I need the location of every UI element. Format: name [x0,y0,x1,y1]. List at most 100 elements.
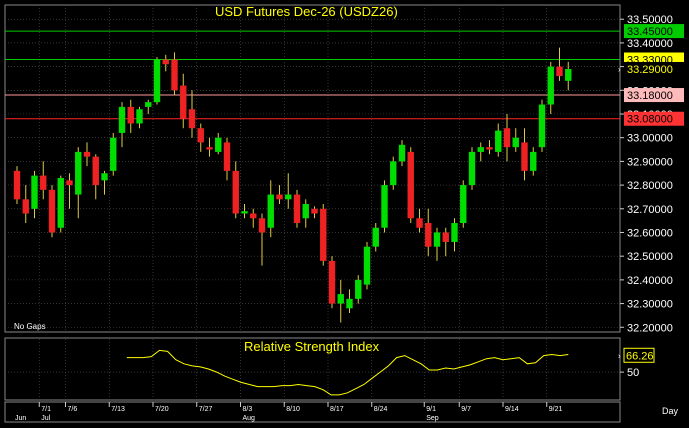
candle-up [372,227,379,247]
candle-up [31,175,38,209]
candle-up [565,68,572,81]
candle-down [223,142,231,171]
reference-line-label: 33.45000 [627,26,673,38]
date-tick-label: 7/20 [155,406,169,413]
candle-down [40,175,47,190]
price-tick-label: 32.20000 [627,322,673,334]
candle-down [258,218,266,233]
candle-up [75,151,82,195]
candle-down [425,223,432,247]
candle-down [66,180,73,186]
candle-down [162,59,169,65]
candle-down [311,208,318,214]
candle-down [416,218,423,228]
candle-down [127,106,134,124]
candle-up [136,109,143,124]
candle-up [530,151,537,171]
candle-down [83,151,91,157]
candle-down [180,85,187,119]
price-tick-label: 32.70000 [627,204,673,216]
candle-down [92,156,99,186]
candle-down [320,208,327,261]
candle-down [276,194,283,200]
candle-up [433,232,441,247]
candle-down [442,232,449,242]
candle-down [486,147,493,150]
candle-down [48,189,56,233]
candle-down [171,59,178,91]
candle-down [250,213,257,219]
candle-down [407,151,414,219]
candle-down [521,142,528,171]
candle-up [337,294,344,304]
candle-up [355,279,362,299]
candle-up [267,194,274,228]
date-tick-label: 9/21 [549,406,563,413]
date-tick-label: 8/17 [330,406,344,413]
candle-down [328,260,336,304]
candle-up [460,185,467,223]
candle-down [188,109,196,129]
candle-down [503,128,511,148]
rsi-current-arrow: › [618,351,621,360]
candle-up [110,137,117,171]
candle-up [363,246,371,285]
reference-line-label: 33.08000 [627,114,673,126]
date-tick-label: 8/10 [286,406,300,413]
rsi-axis: 50 › 66.26 [618,347,655,379]
price-tick-label: 32.60000 [627,227,673,239]
candle-up [346,298,353,309]
axis-unit-label: Day [662,406,679,416]
candle-up [468,151,476,186]
candle-up [285,194,292,200]
month-label: Sep [426,415,439,422]
price-tick-label: 32.40000 [627,275,673,287]
no-gaps-note: No Gaps [14,322,46,331]
candle-up [145,102,152,107]
month-label: Jul [41,415,50,422]
candle-up [477,147,484,152]
price-tick-label: 33.40000 [627,38,673,50]
candle-up [538,104,546,148]
price-tick-label: 33.00000 [627,133,673,145]
price-tick-label: 32.90000 [627,156,673,168]
price-tick-label: 32.30000 [627,299,673,311]
date-tick-label: 9/1 [426,406,436,413]
candle-down [197,128,204,143]
date-tick-label: 7/1 [41,406,51,413]
candle-up [101,173,108,181]
rsi-title: Relative Strength Index [244,339,380,354]
candle-up [390,161,397,186]
date-tick-label: 9/14 [505,406,519,413]
candle-up [512,137,519,148]
chart-canvas: 33.5000033.4000033.3000033.2000033.10000… [4,4,684,423]
month-label: Aug [243,415,256,422]
last-price-arrow: › [618,65,621,74]
candle-up [241,211,248,214]
candle-up [153,59,161,103]
date-tick-label: 8/3 [243,406,253,413]
candle-down [293,194,301,223]
candle-down [22,199,29,214]
candle-up [302,204,309,219]
chart-window: 33.5000033.4000033.3000033.2000033.10000… [0,0,689,423]
candle-up [57,177,64,228]
candle-down [13,170,21,200]
month-label: Jun [15,415,26,422]
date-tick-label: 9/7 [461,406,471,413]
candle-up [215,137,222,152]
candle-up [381,185,388,228]
candle-down [556,66,563,77]
rsi-tick-label: 50 [627,367,639,379]
date-tick-label: 7/27 [199,406,213,413]
candle-up [398,144,406,162]
price-tick-label: 32.80000 [627,180,673,192]
reference-line-label: 33.18000 [627,90,673,102]
candle-up [495,130,502,152]
candle-up [118,106,126,133]
chart-title: USD Futures Dec-26 (USDZ26) [215,4,398,19]
date-tick-label: 8/24 [374,406,388,413]
date-tick-label: 7/6 [68,406,78,413]
candle-up [451,223,458,242]
candle-down [232,170,239,214]
